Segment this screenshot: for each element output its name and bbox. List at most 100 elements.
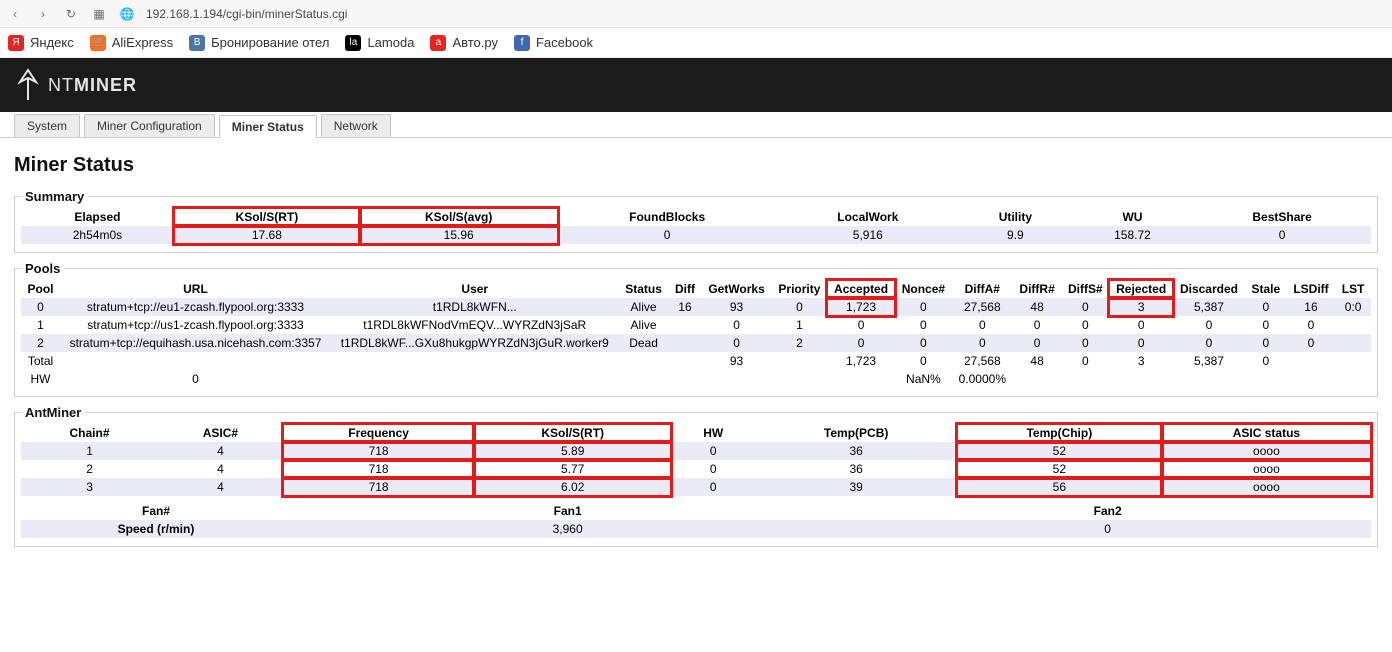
cell: 5,387 [1173, 298, 1245, 316]
cell: t1RDL8kWFNodVmEQV...WYRZdN3jSaR [331, 316, 619, 334]
col-temp-chip: Temp(Chip) [957, 424, 1162, 442]
antminer-legend: AntMiner [21, 405, 85, 420]
cell: 48 [1013, 352, 1062, 370]
bookmark-item[interactable]: aАвто.ру [430, 35, 498, 51]
cell [1335, 370, 1371, 388]
bookmark-item[interactable]: Я Яндекс [8, 35, 74, 51]
bookmark-item[interactable]: fFacebook [514, 35, 593, 51]
cell: 15.96 [360, 226, 558, 244]
col-accepted: Accepted [827, 280, 895, 298]
bookmark-item[interactable]: BБронирование отел [189, 35, 329, 51]
col: Nonce# [895, 280, 952, 298]
cell: 4 [158, 460, 283, 478]
cell: 36 [755, 442, 956, 460]
page-title: Miner Status [14, 154, 1378, 177]
yandex-icon: Я [8, 35, 24, 51]
col: DiffS# [1061, 280, 1109, 298]
table-row: 147185.8903652oooo [21, 442, 1371, 460]
cell: 0 [1109, 316, 1173, 334]
cell [1335, 352, 1371, 370]
table-row: 347186.0203956oooo [21, 478, 1371, 496]
pools-section: Pools Pool URL User Status Diff GetWorks… [14, 261, 1378, 397]
cell: 0 [1061, 316, 1109, 334]
cell: 17.68 [174, 226, 360, 244]
cell: 5,916 [777, 226, 959, 244]
cell [619, 370, 669, 388]
cell: 4 [158, 478, 283, 496]
bookmark-item[interactable]: 🛒 AliExpress [90, 35, 173, 51]
cell: 0 [1245, 334, 1287, 352]
bookmark-label: Яндекс [30, 35, 74, 50]
aliexpress-icon: 🛒 [90, 35, 106, 51]
col: HW [671, 424, 755, 442]
cell: 39 [755, 478, 956, 496]
cell [60, 352, 331, 370]
table-row: Total931,723027,56848035,3870 [21, 352, 1371, 370]
bookmark-item[interactable]: laLamoda [345, 35, 414, 51]
cell: 0 [1245, 298, 1287, 316]
cell: 0 [895, 334, 952, 352]
cell [669, 334, 702, 352]
cell: HW [21, 370, 60, 388]
cell: Total [21, 352, 60, 370]
bookmark-label: AliExpress [112, 35, 173, 50]
pools-legend: Pools [21, 261, 64, 276]
cell: 3 [21, 478, 158, 496]
col: Chain# [21, 424, 158, 442]
tab-network[interactable]: Network [321, 114, 391, 137]
cell: 0 [1013, 334, 1062, 352]
col: Priority [772, 280, 827, 298]
cell: 0 [772, 298, 827, 316]
cell: Alive [619, 298, 669, 316]
bookmark-label: Авто.ру [452, 35, 498, 50]
table-row: HW0NaN%0.0000% [21, 370, 1371, 388]
cell: 0 [1013, 316, 1062, 334]
col: Fan2 [844, 502, 1371, 520]
cell: 158.72 [1072, 226, 1193, 244]
cell: 56 [957, 478, 1162, 496]
col: User [331, 280, 619, 298]
cell: 0:0 [1335, 298, 1371, 316]
cell [827, 370, 895, 388]
col: Diff [669, 280, 702, 298]
tab-miner-configuration[interactable]: Miner Configuration [84, 114, 215, 137]
tab-system[interactable]: System [14, 114, 80, 137]
col: Pool [21, 280, 60, 298]
cell: 0 [895, 352, 952, 370]
cell: 0 [701, 334, 771, 352]
page-header: NTMINER [0, 58, 1392, 112]
cell: 0 [1287, 334, 1336, 352]
cell [772, 370, 827, 388]
cell: Dead [619, 334, 669, 352]
cell: 0 [1193, 226, 1371, 244]
cell: 0 [895, 298, 952, 316]
fan-table: Fan# Fan1 Fan2 Speed (r/min) 3,960 0 [21, 502, 1371, 538]
cell: 0 [701, 316, 771, 334]
bookmark-label: Facebook [536, 35, 593, 50]
cell [1013, 370, 1062, 388]
col-asic-status: ASIC status [1162, 424, 1371, 442]
cell: 27,568 [952, 298, 1013, 316]
cell [1061, 370, 1109, 388]
cell: 718 [283, 460, 475, 478]
cell: 0 [827, 334, 895, 352]
apps-icon[interactable]: ▦ [90, 5, 108, 23]
cell [669, 352, 702, 370]
cell [772, 352, 827, 370]
col-elapsed: Elapsed [21, 208, 174, 226]
col: Status [619, 280, 669, 298]
col-localwork: LocalWork [777, 208, 959, 226]
tab-miner-status[interactable]: Miner Status [219, 115, 317, 138]
cell [619, 352, 669, 370]
forward-icon[interactable]: › [34, 5, 52, 23]
back-icon[interactable]: ‹ [6, 5, 24, 23]
reload-icon[interactable]: ↻ [62, 5, 80, 23]
table-row: 1stratum+tcp://us1-zcash.flypool.org:333… [21, 316, 1371, 334]
cell [701, 370, 771, 388]
cell: 27,568 [952, 352, 1013, 370]
cell: NaN% [895, 370, 952, 388]
cell: 4 [158, 442, 283, 460]
cell: stratum+tcp://us1-zcash.flypool.org:3333 [60, 316, 331, 334]
cell: 52 [957, 442, 1162, 460]
address-bar[interactable]: 192.168.1.194/cgi-bin/minerStatus.cgi [146, 7, 347, 21]
